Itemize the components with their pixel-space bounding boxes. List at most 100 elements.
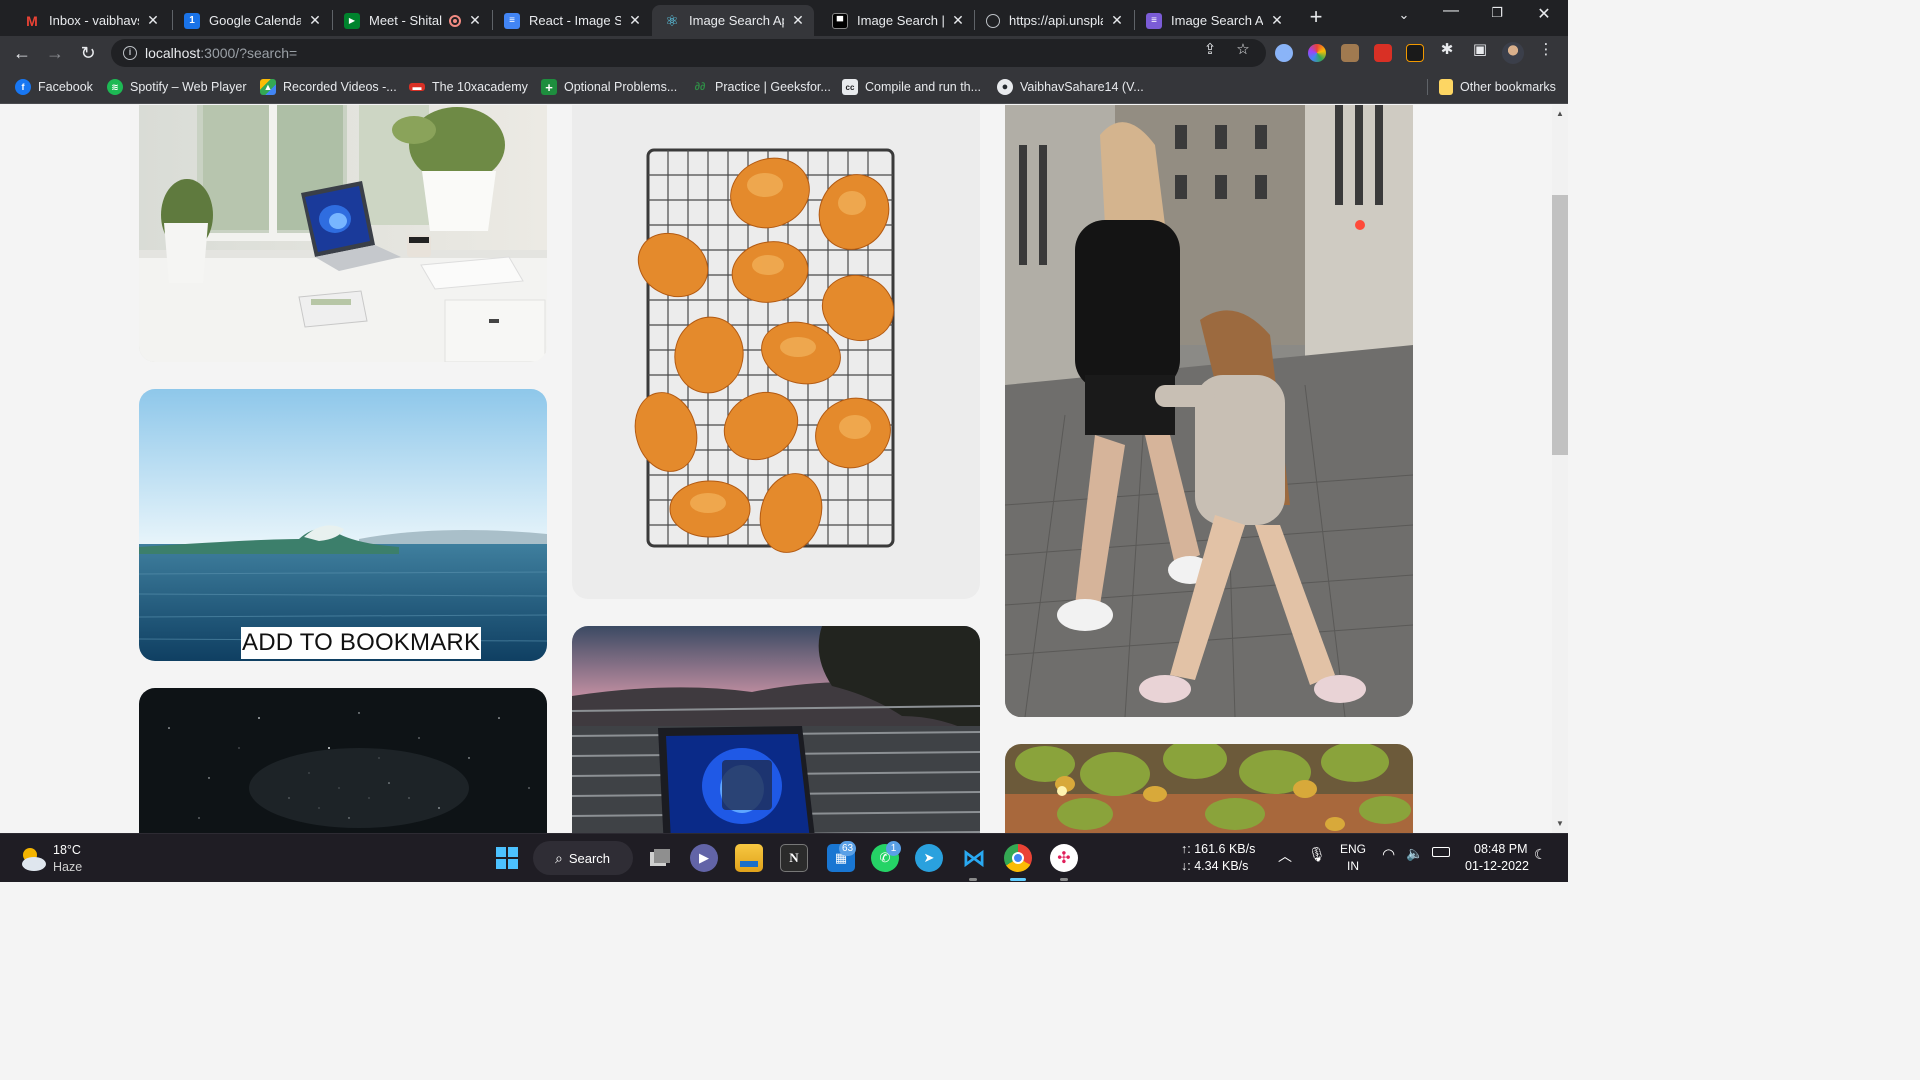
bookmarks-bar: f Facebook ≋ Spotify – Web Player ▲ Reco… bbox=[0, 70, 1568, 104]
close-window-button[interactable]: ✕ bbox=[1529, 4, 1559, 24]
starry-night-photo[interactable] bbox=[139, 688, 547, 833]
scroll-up-arrow-icon[interactable]: ▲ bbox=[1552, 109, 1568, 118]
color-picker-extension-icon[interactable] bbox=[1308, 44, 1326, 62]
microphone-icon[interactable]: 🎙 bbox=[1308, 846, 1326, 863]
bread-rolls-image bbox=[572, 105, 980, 599]
ocean-wave-photo[interactable]: ADD TO BOOKMARK bbox=[139, 389, 547, 661]
teams-chat-icon[interactable]: ▶ bbox=[690, 844, 718, 872]
bread-rolls-on-rack-photo[interactable] bbox=[572, 105, 980, 599]
tab-docs[interactable]: ≡ React - Image Sea ✕ bbox=[484, 5, 651, 36]
tab-meet[interactable]: ▶ Meet - Shital ✕ bbox=[324, 5, 491, 36]
bookmark-recorded-videos[interactable]: ▲ Recorded Videos -... bbox=[260, 78, 397, 96]
back-button[interactable]: ← bbox=[10, 41, 34, 65]
close-icon[interactable]: ✕ bbox=[145, 12, 161, 29]
windows-start-icon[interactable] bbox=[493, 844, 521, 872]
task-view-icon[interactable] bbox=[646, 844, 674, 872]
geeksforgeeks-icon: ∂∂ bbox=[694, 81, 706, 93]
profile-avatar[interactable] bbox=[1502, 42, 1524, 64]
bookmark-label: Recorded Videos -... bbox=[283, 80, 397, 94]
browser-toolbar: ← → ↻ i localhost:3000/?search= ⇪ ☆ ✱ ▣ … bbox=[0, 36, 1568, 70]
volume-icon[interactable]: 🔈 bbox=[1406, 845, 1423, 862]
bookmark-github[interactable]: ● VaibhavSahare14 (V... bbox=[997, 78, 1144, 96]
close-icon[interactable]: ✕ bbox=[627, 12, 643, 29]
tab-gmail[interactable]: M Inbox - vaibhavsa ✕ bbox=[4, 5, 169, 36]
laptop-sunset-balcony-photo[interactable] bbox=[572, 626, 980, 833]
red-extension-icon[interactable] bbox=[1374, 44, 1392, 62]
site-info-icon[interactable]: i bbox=[123, 46, 137, 60]
side-panel-icon[interactable]: ▣ bbox=[1469, 40, 1491, 58]
tab-search-chevron-icon[interactable]: ⌄ bbox=[1389, 7, 1419, 23]
tab-image-search-active[interactable]: ⚛ Image Search App ✕ bbox=[652, 5, 814, 36]
dark-extension-icon[interactable] bbox=[1406, 44, 1424, 62]
wifi-icon[interactable]: ◠ bbox=[1382, 845, 1395, 863]
page-scrollbar[interactable]: ▲ ▼ bbox=[1552, 105, 1568, 833]
close-icon[interactable]: ✕ bbox=[307, 12, 323, 29]
language-code[interactable]: ENG bbox=[1340, 842, 1366, 856]
facebook-icon: f bbox=[15, 79, 31, 95]
screenshot-extension-icon[interactable] bbox=[1341, 44, 1359, 62]
mother-daughter-walking-photo[interactable] bbox=[1005, 105, 1413, 717]
show-hidden-icons-chevron-icon[interactable]: ︿ bbox=[1278, 846, 1292, 866]
tab-strip: M Inbox - vaibhavsa ✕ 1 Google Calendar … bbox=[0, 0, 1568, 36]
tab-title: Image Search App bbox=[689, 13, 784, 28]
notion-icon[interactable]: N bbox=[780, 844, 808, 872]
add-to-bookmark-button[interactable]: ADD TO BOOKMARK bbox=[241, 627, 482, 659]
tab-calendar[interactable]: 1 Google Calendar ✕ bbox=[164, 5, 331, 36]
region-code: IN bbox=[1347, 859, 1359, 873]
autumn-leaves-photo[interactable] bbox=[1005, 744, 1413, 833]
telegram-icon[interactable]: ➤ bbox=[915, 844, 943, 872]
weather-widget[interactable]: 18°C Haze bbox=[16, 842, 106, 876]
taskbar-search-label: Search bbox=[568, 850, 611, 866]
starry-night-image bbox=[139, 688, 547, 833]
bookmark-10xacademy[interactable]: ▬ The 10xacademy bbox=[409, 78, 528, 96]
bookmark-geeksforgeeks[interactable]: ∂∂ Practice | Geeksfor... bbox=[692, 78, 831, 96]
other-bookmarks-folder[interactable]: Other bookmarks bbox=[1439, 78, 1556, 96]
url-path: :3000/?search= bbox=[200, 45, 298, 61]
close-icon[interactable]: ✕ bbox=[950, 12, 966, 29]
chrome-icon[interactable] bbox=[1004, 844, 1032, 872]
close-icon[interactable]: ✕ bbox=[467, 12, 483, 29]
weather-desc: Haze bbox=[53, 860, 83, 874]
share-icon[interactable]: ⇪ bbox=[1199, 40, 1221, 58]
tab-unsplash[interactable]: ▀ Image Search | Un ✕ bbox=[812, 5, 974, 36]
bookmark-facebook[interactable]: f Facebook bbox=[15, 78, 93, 96]
folder-icon bbox=[1439, 79, 1453, 95]
reload-button[interactable]: ↻ bbox=[76, 41, 100, 65]
close-icon[interactable]: ✕ bbox=[790, 12, 806, 29]
bookmark-label: Practice | Geeksfor... bbox=[715, 80, 831, 94]
bookmark-spotify[interactable]: ≋ Spotify – Web Player bbox=[107, 78, 247, 96]
address-bar[interactable]: i localhost:3000/?search= bbox=[111, 39, 1266, 67]
close-icon[interactable]: ✕ bbox=[1109, 12, 1125, 29]
react-icon: ⚛ bbox=[665, 12, 679, 30]
globe-icon bbox=[986, 13, 1000, 28]
scroll-down-arrow-icon[interactable]: ▼ bbox=[1552, 819, 1568, 828]
vscode-icon[interactable]: ⋈ bbox=[960, 844, 988, 872]
bookmark-compiler[interactable]: cc Compile and run th... bbox=[842, 78, 981, 96]
menu-kebab-icon[interactable]: ⋮ bbox=[1535, 40, 1557, 58]
clock-time[interactable]: 08:48 PM bbox=[1474, 842, 1528, 856]
google-lens-extension-icon[interactable] bbox=[1275, 44, 1293, 62]
tab-image-search-2[interactable]: ≡ Image Search App ✕ bbox=[1126, 5, 1293, 36]
close-icon[interactable]: ✕ bbox=[1269, 12, 1285, 29]
minimize-button[interactable]: — bbox=[1436, 2, 1466, 20]
restore-button[interactable]: ❐ bbox=[1482, 5, 1512, 21]
bookmark-optional-problems[interactable]: + Optional Problems... bbox=[541, 78, 677, 96]
tab-title: React - Image Sea bbox=[529, 13, 621, 28]
bookmark-star-icon[interactable]: ☆ bbox=[1232, 40, 1254, 58]
new-tab-button[interactable]: + bbox=[1303, 5, 1329, 31]
ocean-wave-image bbox=[139, 389, 547, 661]
file-explorer-icon[interactable] bbox=[735, 844, 763, 872]
taskbar-search[interactable]: ⌕ Search bbox=[533, 841, 633, 875]
slack-icon[interactable]: ✣ bbox=[1050, 844, 1078, 872]
bookmark-label: Compile and run th... bbox=[865, 80, 982, 94]
forward-button[interactable]: → bbox=[43, 41, 67, 65]
clock-date[interactable]: 01-12-2022 bbox=[1465, 859, 1529, 873]
tab-api-unsplash[interactable]: https://api.unspla ✕ bbox=[966, 5, 1133, 36]
laptop-sunset-image bbox=[572, 626, 980, 833]
laptop-by-window-photo[interactable] bbox=[139, 105, 547, 362]
extensions-puzzle-icon[interactable]: ✱ bbox=[1436, 40, 1458, 58]
scrollbar-thumb[interactable] bbox=[1552, 195, 1568, 455]
focus-moon-icon[interactable]: ☾ bbox=[1534, 846, 1547, 863]
battery-icon[interactable] bbox=[1432, 847, 1450, 857]
other-bookmarks-label: Other bookmarks bbox=[1460, 80, 1556, 94]
